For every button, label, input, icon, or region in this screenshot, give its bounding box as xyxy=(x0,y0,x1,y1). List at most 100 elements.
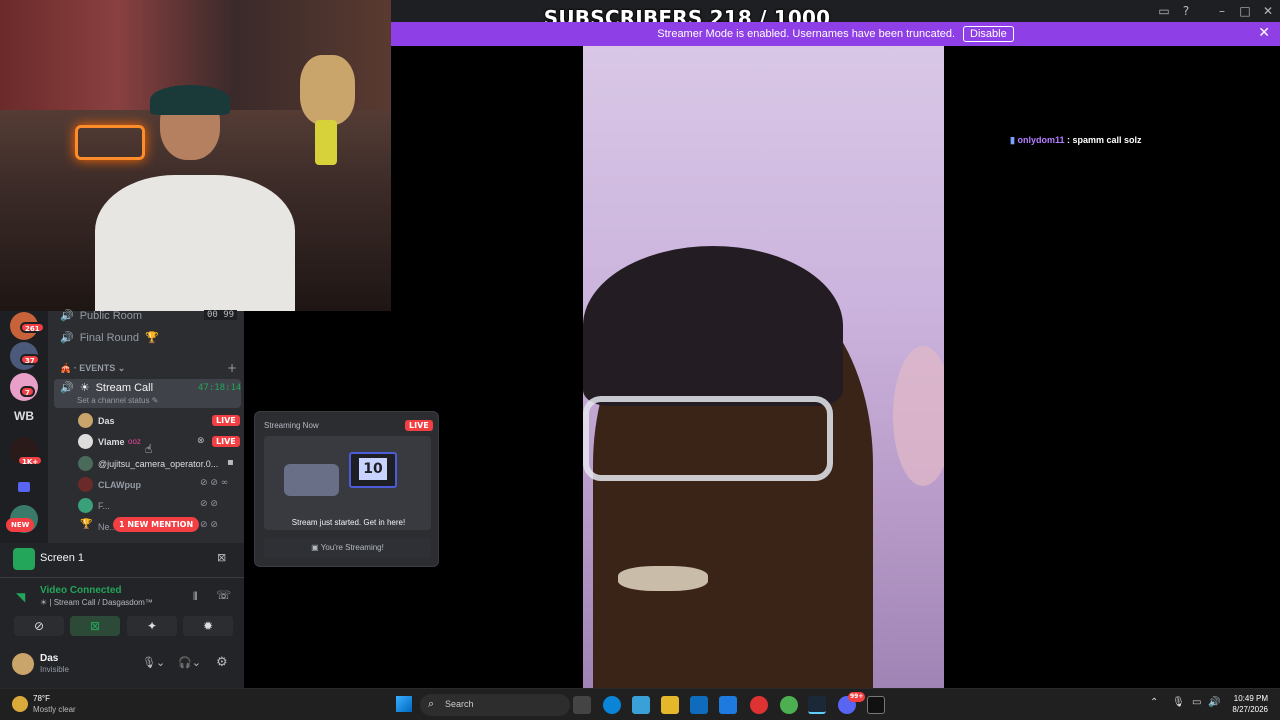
divider xyxy=(0,577,244,578)
stop-share-icon[interactable]: ⊠ xyxy=(217,551,226,564)
volume-icon[interactable]: 🔊 xyxy=(1208,697,1220,708)
voice-channel-label: Stream Call / Dasgasdom™ xyxy=(53,598,153,607)
screen-share-button[interactable]: ⊠ xyxy=(70,616,120,636)
soundboard-button[interactable]: ✹ xyxy=(183,616,233,636)
search-icon: ⌕ xyxy=(428,697,435,710)
new-badge[interactable]: NEW xyxy=(6,518,35,532)
headphones-icon[interactable]: 🎧⌄ xyxy=(178,656,201,669)
user-count: 00 xyxy=(207,310,218,320)
disconnect-icon[interactable]: ☏ xyxy=(216,588,231,602)
streamer-shirt xyxy=(95,175,295,311)
bottle xyxy=(315,120,337,165)
screen-share-label[interactable]: Screen 1 xyxy=(40,552,84,564)
live-badge: LIVE xyxy=(212,415,240,426)
illustration-tv: 10 xyxy=(349,452,397,488)
member-jujitsu[interactable]: @jujitsu_camera_operator.0... xyxy=(98,459,218,469)
avatar xyxy=(78,413,93,428)
signal-icon: ◥ xyxy=(16,590,26,604)
channel-label: Final Round xyxy=(79,331,140,344)
user-avatar[interactable] xyxy=(12,653,34,675)
chat-username: onlydom11 xyxy=(1017,135,1065,145)
popup-preview: 10 Stream just started. Get in here! xyxy=(264,436,431,530)
weather-desc: Mostly clear xyxy=(33,705,76,714)
epic-games-icon[interactable] xyxy=(867,696,885,714)
server-badge-1: 261 xyxy=(20,322,45,333)
muted-icons: ⊘ ⊘ xyxy=(200,520,218,530)
speaker-icon: 🔊 xyxy=(60,332,74,344)
neon-sign xyxy=(75,125,145,160)
xbox-icon: ⊗ xyxy=(197,436,205,446)
illustration-couch xyxy=(284,464,339,496)
speaker-icon: 🔊 xyxy=(60,382,74,394)
chat-message: ▮ onlydom11 : spamm call solz xyxy=(1010,135,1142,146)
outlook-icon[interactable] xyxy=(690,696,708,714)
channel-label: Stream Call xyxy=(95,381,154,394)
microphone-icon[interactable]: 🎙⌄ xyxy=(142,656,165,669)
clock-date[interactable]: 8/27/2026 xyxy=(1226,705,1268,714)
trophy-icon: 🏆 xyxy=(145,332,159,344)
gear-icon[interactable]: ⚙ xyxy=(216,655,228,670)
record-icon[interactable] xyxy=(750,696,768,714)
muted-icons: ⊘ ⊘ ∞ xyxy=(200,478,229,488)
add-channel-icon[interactable]: + xyxy=(227,361,237,375)
live-badge: LIVE xyxy=(212,436,240,447)
popup-title: Streaming Now xyxy=(264,421,319,430)
file-explorer-icon[interactable] xyxy=(661,696,679,714)
new-mention-pill[interactable]: 1 NEW MENTION xyxy=(113,517,200,532)
user-limit-badge: 00 99 xyxy=(204,310,238,320)
taskbar-search[interactable]: ⌕ Search xyxy=(420,694,570,716)
clock-time[interactable]: 10:49 PM xyxy=(1228,694,1268,703)
activities-button[interactable]: ✦ xyxy=(127,616,177,636)
member-f[interactable]: F... xyxy=(98,501,110,511)
avatar xyxy=(78,498,93,513)
chat-badge-icon: ▮ xyxy=(1010,135,1015,145)
caller-teeth xyxy=(618,566,708,591)
weather-temp[interactable]: 78°F xyxy=(33,694,50,703)
cursor-icon: ☝ xyxy=(145,442,153,456)
tray-mic-icon[interactable]: 🎙 xyxy=(1172,697,1185,708)
sun-icon: ☀ | xyxy=(40,598,54,607)
noise-suppression-icon[interactable]: ⫴ xyxy=(193,590,198,604)
edge-icon[interactable] xyxy=(603,696,621,714)
speaker-icon: 🔊 xyxy=(60,310,74,322)
tv-screen-number: 10 xyxy=(359,458,387,480)
store-icon[interactable] xyxy=(719,696,737,714)
server-badge-3: 7 xyxy=(20,386,35,397)
streaming-now-popup: Streaming Now LIVE 10 Stream just starte… xyxy=(254,411,439,567)
chrome-icon[interactable] xyxy=(780,696,798,714)
windows-taskbar: 78°F Mostly clear ⌕ Search 99+ ⌃ 🎙 ▭ 🔊 1… xyxy=(0,688,1280,720)
stream-video[interactable] xyxy=(583,46,944,688)
banner-close-icon[interactable]: ✕ xyxy=(1258,25,1270,41)
channel-label: Public Room xyxy=(79,309,143,322)
channel-final-round[interactable]: 🔊 Final Round 🏆 xyxy=(60,331,159,345)
server-wb[interactable]: WB xyxy=(14,409,34,423)
folder-icon[interactable] xyxy=(18,482,30,492)
tray-display-icon[interactable]: ▭ xyxy=(1192,697,1201,708)
monitor-icon: ▣ xyxy=(311,543,321,552)
camera-off-button[interactable]: ⊘ xyxy=(14,616,64,636)
member-vlame[interactable]: Vlame xyxy=(98,437,125,447)
set-channel-status[interactable]: Set a channel status ✎ xyxy=(77,396,158,405)
app-icon[interactable] xyxy=(632,696,650,714)
youre-streaming-button[interactable]: ▣ You're Streaming! xyxy=(264,538,431,558)
muted-icons: ⊘ ⊘ xyxy=(200,499,218,509)
discord-badge: 99+ xyxy=(848,692,866,702)
task-view-icon[interactable] xyxy=(573,696,591,714)
server-badge-4: 1K+ xyxy=(17,455,44,466)
popup-body: Stream just started. Get in here! xyxy=(291,518,406,527)
tray-chevron-icon[interactable]: ⌃ xyxy=(1150,697,1158,708)
steam-icon[interactable] xyxy=(808,696,826,714)
caller-glasses xyxy=(583,396,833,481)
trophy-icon: 🏆 xyxy=(80,519,93,530)
avatar xyxy=(78,456,93,471)
windows-start-icon[interactable] xyxy=(396,696,412,712)
category-events[interactable]: 🎪 · EVENTS ⌄ xyxy=(60,363,125,374)
voice-status[interactable]: Video Connected xyxy=(40,585,122,596)
chat-text: : spamm call solz xyxy=(1067,135,1142,145)
voice-channel: ☀ | Stream Call / Dasgasdom™ xyxy=(40,598,153,607)
member-das[interactable]: Das xyxy=(98,416,115,426)
disable-streamer-mode-button[interactable]: Disable xyxy=(963,26,1014,42)
avatar xyxy=(78,434,93,449)
streamer-mode-message: Streamer Mode is enabled. Usernames have… xyxy=(657,28,956,40)
member-clawpup[interactable]: CLAWpup xyxy=(98,480,141,490)
